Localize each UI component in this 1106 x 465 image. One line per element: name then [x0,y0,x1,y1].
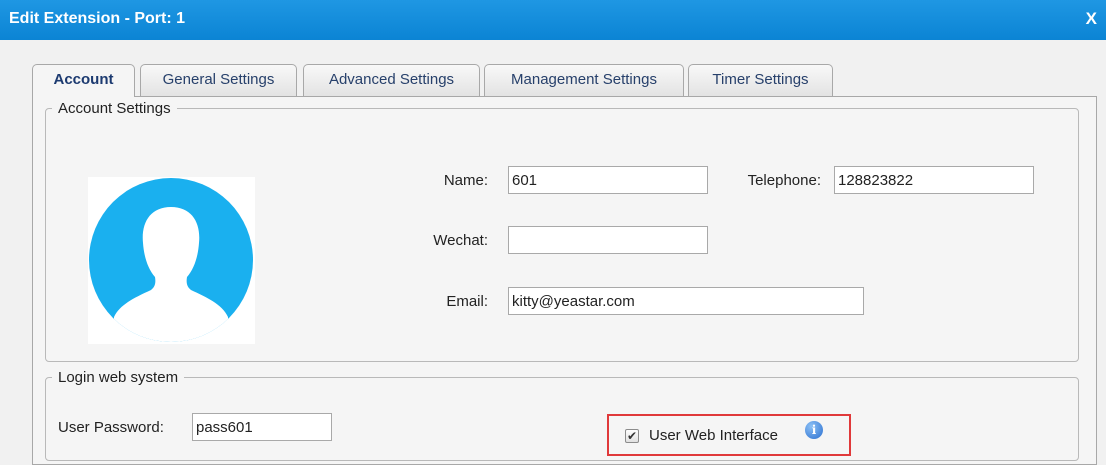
dialog-titlebar: Edit Extension - Port: 1 X [0,0,1106,40]
name-label: Name: [443,172,488,189]
name-field[interactable] [508,166,708,194]
user-web-interface-checkbox[interactable]: ✔ [625,429,639,443]
dialog-body: Account General Settings Advanced Settin… [0,40,1106,465]
email-field[interactable] [508,287,864,315]
tab-management-settings[interactable]: Management Settings [484,64,684,96]
user-web-interface-label: User Web Interface [649,427,778,444]
account-tab-panel: Account Settings Name: Telephone: Wechat… [32,96,1097,465]
user-password-field[interactable] [192,413,332,441]
account-settings-legend: Account Settings [58,100,171,117]
wechat-field[interactable] [508,226,708,254]
account-settings-group: Account Settings Name: Telephone: Wechat… [45,100,1079,362]
login-web-system-group: Login web system User Password: ✔ User W… [45,369,1079,461]
user-silhouette-icon [89,178,253,342]
tab-timer-settings[interactable]: Timer Settings [688,64,833,96]
user-password-label: User Password: [58,419,164,436]
tab-advanced-settings[interactable]: Advanced Settings [303,64,480,96]
wechat-label: Wechat: [433,232,488,249]
tab-general-settings[interactable]: General Settings [140,64,297,96]
email-label: Email: [446,293,488,310]
avatar [88,177,255,344]
close-icon[interactable]: X [1086,9,1097,29]
login-web-system-legend: Login web system [58,369,179,386]
user-web-interface-highlight: ✔ User Web Interface i [607,414,851,456]
telephone-field[interactable] [834,166,1034,194]
info-icon[interactable]: i [805,421,823,439]
dialog-title: Edit Extension - Port: 1 [9,10,186,27]
telephone-label: Telephone: [747,172,821,189]
tab-account[interactable]: Account [32,64,135,97]
